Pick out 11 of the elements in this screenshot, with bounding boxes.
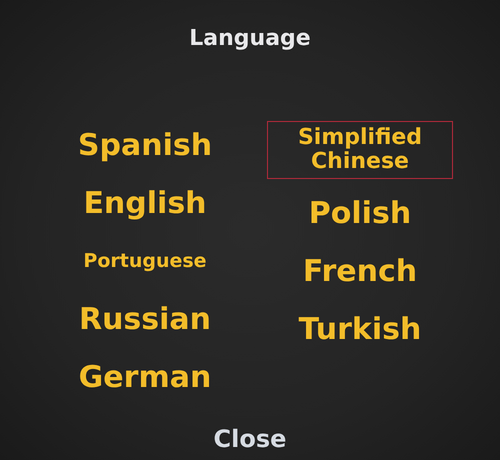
- language-option[interactable]: Russian: [64, 295, 226, 343]
- close-button[interactable]: Close: [208, 424, 292, 454]
- language-option[interactable]: Portuguese: [68, 237, 222, 285]
- language-option[interactable]: German: [64, 353, 226, 401]
- language-option[interactable]: Spanish: [62, 121, 228, 169]
- language-option[interactable]: Polish: [294, 189, 426, 238]
- language-option[interactable]: Simplified Chinese: [267, 121, 453, 180]
- menu-title: Language: [189, 26, 311, 51]
- language-option[interactable]: Turkish: [284, 305, 436, 354]
- language-option[interactable]: English: [68, 179, 222, 227]
- language-option[interactable]: French: [288, 247, 432, 296]
